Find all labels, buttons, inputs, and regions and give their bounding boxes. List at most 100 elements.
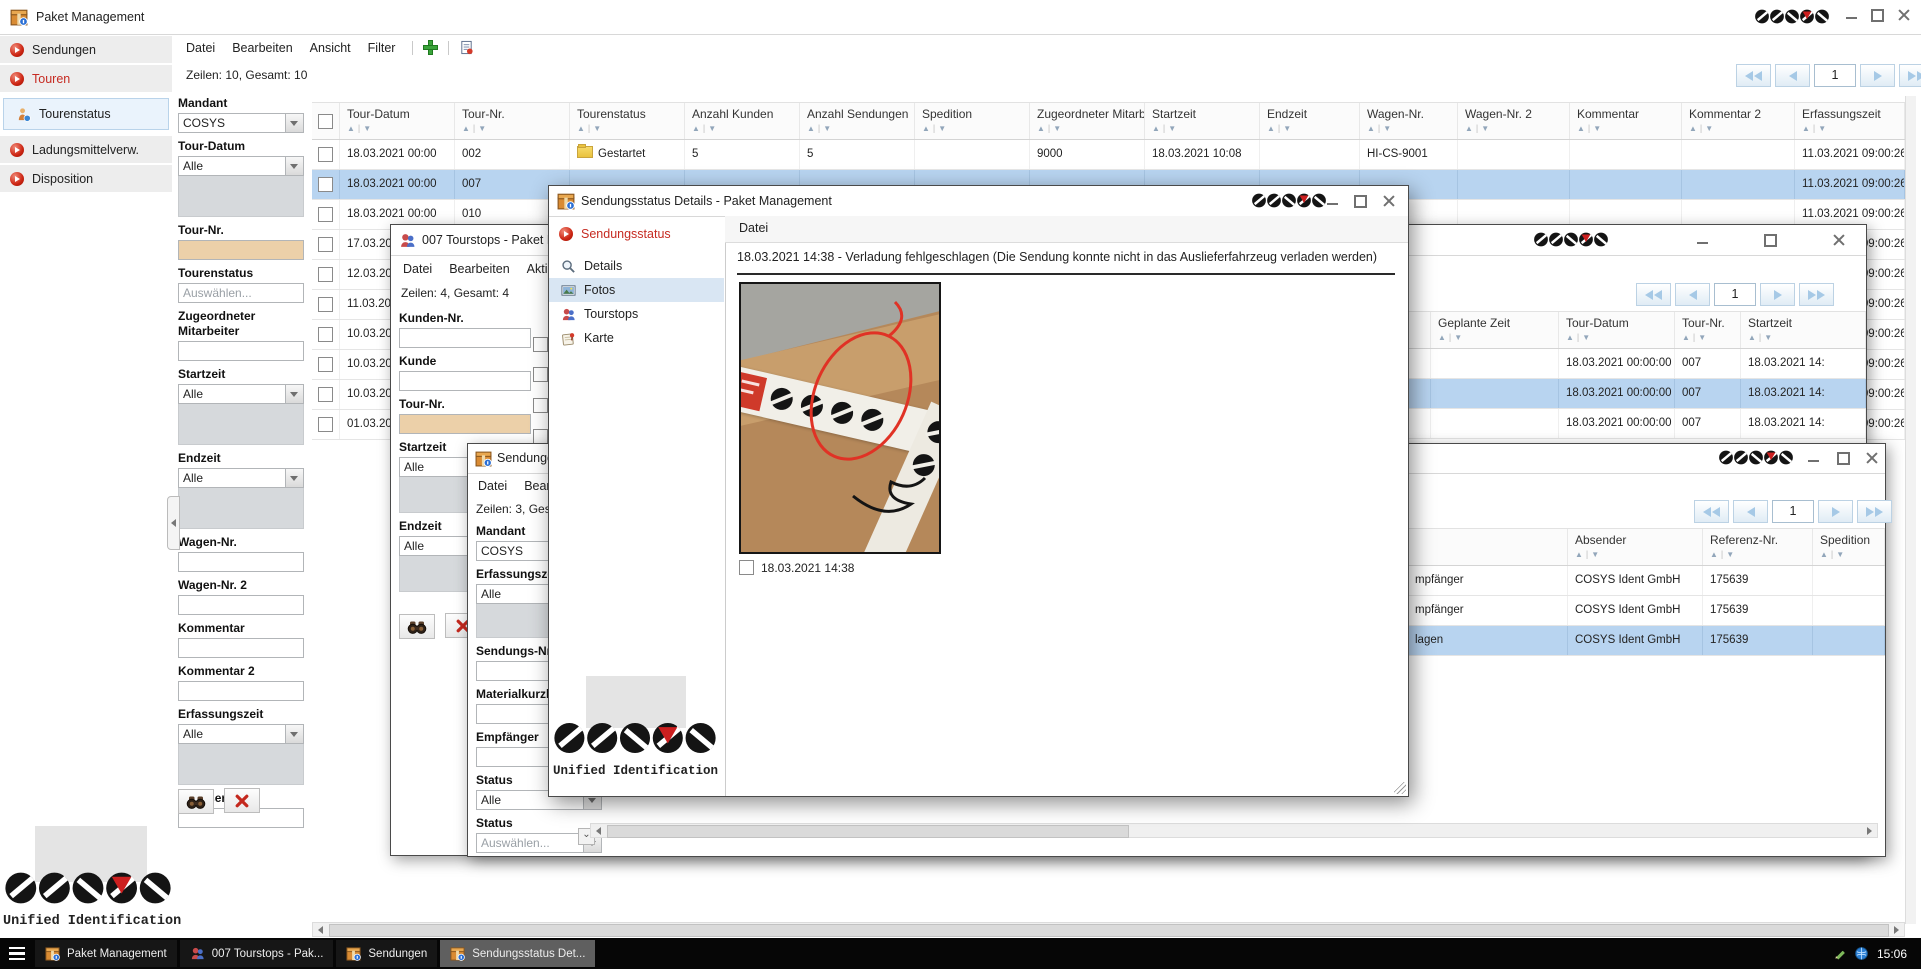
row-checkbox[interactable] <box>318 387 333 402</box>
taskbar-button-007-tourstops-pak[interactable]: 007 Tourstops - Pak... <box>180 940 334 967</box>
sort-arrows-icon[interactable]: ▲|▼ <box>1152 123 1259 133</box>
network-icon[interactable] <box>1854 946 1869 961</box>
sidebar-item-tourstops[interactable]: Tourstops <box>549 302 724 326</box>
column-header-zugeordneter-mitarbeiter[interactable]: Zugeordneter Mitarbeiter▲|▼ <box>1030 103 1145 139</box>
sort-arrows-icon[interactable]: ▲|▼ <box>922 123 1029 133</box>
last-page-button[interactable] <box>1899 64 1921 87</box>
menu-item-bearbeiten[interactable]: Bearbeiten <box>449 262 509 276</box>
column-header-wagen-nr-2[interactable]: Wagen-Nr. 2▲|▼ <box>1458 103 1570 139</box>
table-row[interactable]: 18.03.2021 00:00:0000718.03.2021 14: <box>1406 409 1866 439</box>
last-page-button[interactable] <box>1857 500 1892 523</box>
next-page-button[interactable] <box>1818 500 1853 523</box>
page-number-input[interactable]: 1 <box>1814 64 1856 87</box>
row-checkbox[interactable] <box>318 147 333 162</box>
sidebar-item-karte[interactable]: Karte <box>549 326 724 350</box>
sidebar-item-details[interactable]: Details <box>549 254 724 278</box>
chevron-down-icon[interactable] <box>285 469 303 487</box>
minimize-button[interactable] <box>1840 4 1862 25</box>
taskbar-button-sendungen[interactable]: Sendungen <box>336 940 437 967</box>
column-header-anzahl-kunden[interactable]: Anzahl Kunden▲|▼ <box>685 103 800 139</box>
prev-page-button[interactable] <box>1733 500 1768 523</box>
column-header-anzahl-sendungen[interactable]: Anzahl Sendungen▲|▼ <box>800 103 915 139</box>
sidebar-item-ladungsmittelverw[interactable]: Ladungsmittelverw. <box>0 136 172 163</box>
column-header-kommentar[interactable]: Kommentar▲|▼ <box>1570 103 1682 139</box>
filter-input-tour-nr[interactable] <box>399 414 531 434</box>
sort-arrows-icon[interactable]: ▲|▼ <box>1465 123 1569 133</box>
row-checkbox[interactable] <box>318 267 333 282</box>
prev-page-button[interactable] <box>1775 64 1810 87</box>
horizontal-scrollbar[interactable] <box>312 922 1905 937</box>
start-menu-button[interactable] <box>2 940 32 967</box>
filter-input-kommentar[interactable] <box>178 638 304 658</box>
table-row-selected[interactable]: 18.03.2021 00:00:0000718.03.2021 14: <box>1406 379 1866 409</box>
row-checkbox[interactable] <box>318 297 333 312</box>
filter-input-tourenstatus[interactable]: Auswählen... <box>178 283 304 303</box>
next-page-button[interactable] <box>1860 64 1895 87</box>
row-checkbox[interactable] <box>533 429 548 444</box>
sort-arrows-icon[interactable]: ▲|▼ <box>1820 549 1884 559</box>
maximize-button[interactable] <box>1349 190 1371 211</box>
row-checkbox[interactable] <box>533 398 548 413</box>
close-button[interactable] <box>1827 229 1849 250</box>
row-checkbox[interactable] <box>318 357 333 372</box>
menu-item-datei[interactable]: Datei <box>739 221 768 235</box>
minimize-button[interactable] <box>1321 190 1343 211</box>
column-header-tour-nr[interactable]: Tour-Nr.▲|▼ <box>455 103 570 139</box>
page-number-input[interactable]: 1 <box>1772 500 1814 523</box>
page-number-input[interactable]: 1 <box>1714 283 1756 306</box>
notes-icon[interactable] <box>1833 946 1848 961</box>
sort-arrows-icon[interactable]: ▲|▼ <box>1575 549 1702 559</box>
column-header-tourenstatus[interactable]: Tourenstatus▲|▼ <box>570 103 685 139</box>
sort-arrows-icon[interactable]: ▲|▼ <box>1577 123 1681 133</box>
sort-arrows-icon[interactable]: ▲|▼ <box>347 123 454 133</box>
sort-arrows-icon[interactable]: ▲|▼ <box>1689 123 1794 133</box>
sidebar-item-touren[interactable]: Touren <box>0 65 172 92</box>
column-header-erfassungszeit[interactable]: Erfassungszeit▲|▼ <box>1795 103 1905 139</box>
sort-arrows-icon[interactable]: ▲|▼ <box>577 123 684 133</box>
sort-arrows-icon[interactable]: ▲|▼ <box>462 123 569 133</box>
filter-input-kunde[interactable] <box>399 371 531 391</box>
clear-filter-button[interactable] <box>224 788 260 813</box>
filter-input-wagen-nr-2[interactable] <box>178 595 304 615</box>
chevron-down-icon[interactable] <box>285 114 303 132</box>
export-doc-icon[interactable] <box>459 40 474 55</box>
add-icon[interactable] <box>423 40 438 55</box>
menu-item-filter[interactable]: Filter <box>368 41 396 55</box>
scroll-right-icon[interactable] <box>1894 926 1899 934</box>
sort-arrows-icon[interactable]: ▲|▼ <box>1037 123 1144 133</box>
column-header-tour-nr[interactable]: Tour-Nr.▲|▼ <box>1675 312 1741 348</box>
menu-item-bearbeiten[interactable]: Bearbeiten <box>232 41 292 55</box>
filter-select-erfassungszeit[interactable]: Alle <box>178 724 304 744</box>
sort-arrows-icon[interactable]: ▲|▼ <box>1267 123 1359 133</box>
sidebar-item-fotos[interactable]: Fotos <box>549 278 724 302</box>
search-button[interactable] <box>399 614 435 639</box>
first-page-button[interactable] <box>1736 64 1771 87</box>
filter-select-endzeit[interactable]: Alle <box>178 468 304 488</box>
column-header-kommentar-2[interactable]: Kommentar 2▲|▼ <box>1682 103 1795 139</box>
chevron-down-icon[interactable] <box>285 725 303 743</box>
resize-grip[interactable] <box>1394 782 1406 794</box>
sort-arrows-icon[interactable]: ▲|▼ <box>1367 123 1457 133</box>
column-header-referenz-nr[interactable]: Referenz-Nr.▲|▼ <box>1703 529 1813 565</box>
column-header-wagen-nr[interactable]: Wagen-Nr.▲|▼ <box>1360 103 1458 139</box>
maximize-button[interactable] <box>1759 229 1781 250</box>
menu-item-datei[interactable]: Datei <box>403 262 432 276</box>
row-checkbox[interactable] <box>533 367 548 382</box>
column-header-spedition[interactable]: Spedition▲|▼ <box>915 103 1030 139</box>
scroll-left-icon[interactable] <box>318 926 323 934</box>
first-page-button[interactable] <box>1694 500 1729 523</box>
filter-select-tour-datum[interactable]: Alle <box>178 156 304 176</box>
filter-input-kunden-nr[interactable] <box>399 328 531 348</box>
chevron-down-icon[interactable] <box>285 157 303 175</box>
close-button[interactable] <box>1377 190 1399 211</box>
taskbar-button-sendungsstatus-det[interactable]: Sendungsstatus Det... <box>440 940 595 967</box>
minimize-button[interactable] <box>1802 447 1824 468</box>
sidebar-item-disposition[interactable]: Disposition <box>0 165 172 192</box>
scroll-left-icon[interactable] <box>596 827 601 835</box>
next-page-button[interactable] <box>1760 283 1795 306</box>
sidebar-item-tourenstatus[interactable]: Tourenstatus <box>3 98 169 130</box>
vertical-scrollbar[interactable] <box>1905 96 1916 924</box>
row-checkbox[interactable] <box>318 327 333 342</box>
maximize-button[interactable] <box>1832 447 1854 468</box>
photo-checkbox[interactable] <box>739 560 754 575</box>
